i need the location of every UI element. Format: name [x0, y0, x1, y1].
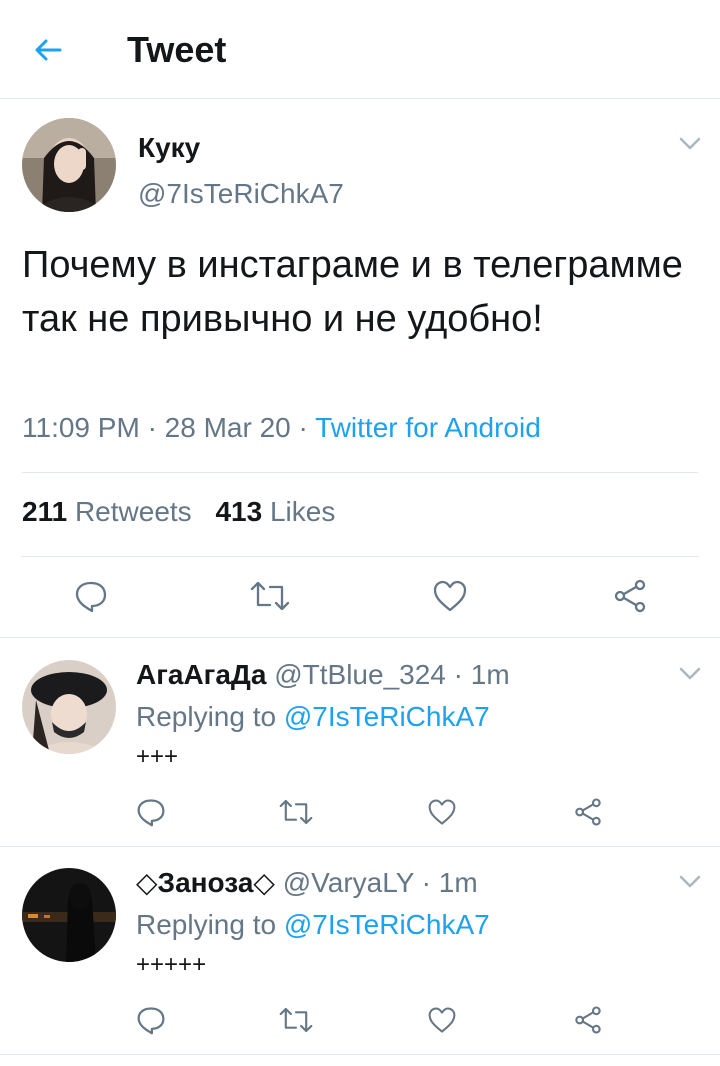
share-icon: [575, 798, 601, 826]
heart-icon: [428, 799, 456, 825]
reply-text: +++++: [136, 951, 207, 978]
retweet-icon: [279, 1007, 313, 1033]
top-bar: Tweet: [0, 0, 720, 99]
tweet-date: 28 Mar 20: [164, 412, 291, 443]
reply-display-name[interactable]: ◇Заноза◇: [136, 867, 275, 898]
reply-handle[interactable]: @TtBlue_324: [274, 659, 446, 690]
reply-avatar[interactable]: [22, 868, 116, 962]
main-tweet-avatar[interactable]: [22, 118, 116, 212]
reply-header: АгаАгаДа @TtBlue_324 · 1m: [136, 658, 510, 692]
chevron-down-icon: [679, 667, 701, 680]
reply-avatar[interactable]: [22, 660, 116, 754]
tweet-time: 11:09 PM: [22, 412, 140, 443]
reply-button[interactable]: [129, 998, 173, 1042]
reply-icon: [75, 581, 107, 613]
reply-time: 1m: [438, 867, 478, 898]
divider: [0, 1054, 720, 1055]
main-tweet-text: Почему в инстаграме и в телеграмме так н…: [22, 244, 683, 340]
tweet-source-link[interactable]: Twitter for Android: [315, 412, 541, 443]
retweets-stat[interactable]: 211 Retweets: [22, 496, 192, 527]
retweet-button[interactable]: [248, 574, 292, 618]
share-icon: [614, 579, 646, 613]
reply-button[interactable]: [69, 574, 113, 618]
main-tweet-display-name[interactable]: Куку: [138, 132, 200, 164]
chevron-down-icon: [679, 875, 701, 888]
replying-to: Replying to @7IsTeRiChkA7: [136, 908, 490, 942]
heart-icon: [428, 1007, 456, 1033]
share-button[interactable]: [566, 998, 610, 1042]
like-button[interactable]: [428, 574, 472, 618]
reply-button[interactable]: [129, 790, 173, 834]
main-tweet-menu-button[interactable]: [676, 130, 704, 158]
replying-prefix: Replying to: [136, 701, 277, 732]
share-button[interactable]: [566, 790, 610, 834]
divider: [22, 556, 698, 557]
retweets-count: 211: [22, 496, 68, 527]
meta-separator: ·: [421, 867, 431, 898]
reply-handle[interactable]: @VaryaLY: [283, 867, 414, 898]
meta-separator: ·: [147, 412, 157, 443]
retweet-icon: [250, 581, 290, 611]
tweet-stats: 211 Retweets 413 Likes: [22, 496, 335, 528]
page-title: Tweet: [127, 29, 227, 70]
reply-menu-button[interactable]: [676, 868, 704, 896]
meta-separator: ·: [298, 412, 308, 443]
reply-header: ◇Заноза◇ @VaryaLY · 1m: [136, 866, 478, 900]
reply-time: 1m: [470, 659, 510, 690]
replying-mention-link[interactable]: @7IsTeRiChkA7: [284, 909, 490, 940]
share-button[interactable]: [608, 574, 652, 618]
retweet-button[interactable]: [274, 998, 318, 1042]
arrow-left-icon: [35, 39, 62, 61]
retweets-label: Retweets: [74, 496, 192, 527]
divider: [22, 472, 698, 473]
reply-display-name[interactable]: АгаАгаДа: [136, 659, 266, 690]
chevron-down-icon: [679, 137, 701, 150]
like-button[interactable]: [420, 998, 464, 1042]
retweet-icon: [279, 799, 313, 825]
replying-prefix: Replying to: [136, 909, 277, 940]
back-button[interactable]: [28, 30, 68, 70]
likes-count: 413: [215, 496, 263, 527]
likes-label: Likes: [269, 496, 336, 527]
divider: [0, 846, 720, 847]
meta-separator: ·: [453, 659, 463, 690]
reply-text: +++: [136, 743, 179, 770]
replying-to: Replying to @7IsTeRiChkA7: [136, 700, 490, 734]
likes-stat[interactable]: 413 Likes: [215, 496, 335, 527]
tweet-meta: 11:09 PM · 28 Mar 20 · Twitter for Andro…: [22, 412, 541, 444]
replying-mention-link[interactable]: @7IsTeRiChkA7: [284, 701, 490, 732]
retweet-button[interactable]: [274, 790, 318, 834]
main-tweet-handle[interactable]: @7IsTeRiChkA7: [138, 178, 344, 210]
like-button[interactable]: [420, 790, 464, 834]
heart-icon: [433, 580, 467, 612]
reply-icon: [137, 1007, 165, 1035]
reply-icon: [137, 799, 165, 827]
share-icon: [575, 1006, 601, 1034]
divider: [0, 637, 720, 638]
reply-menu-button[interactable]: [676, 660, 704, 688]
